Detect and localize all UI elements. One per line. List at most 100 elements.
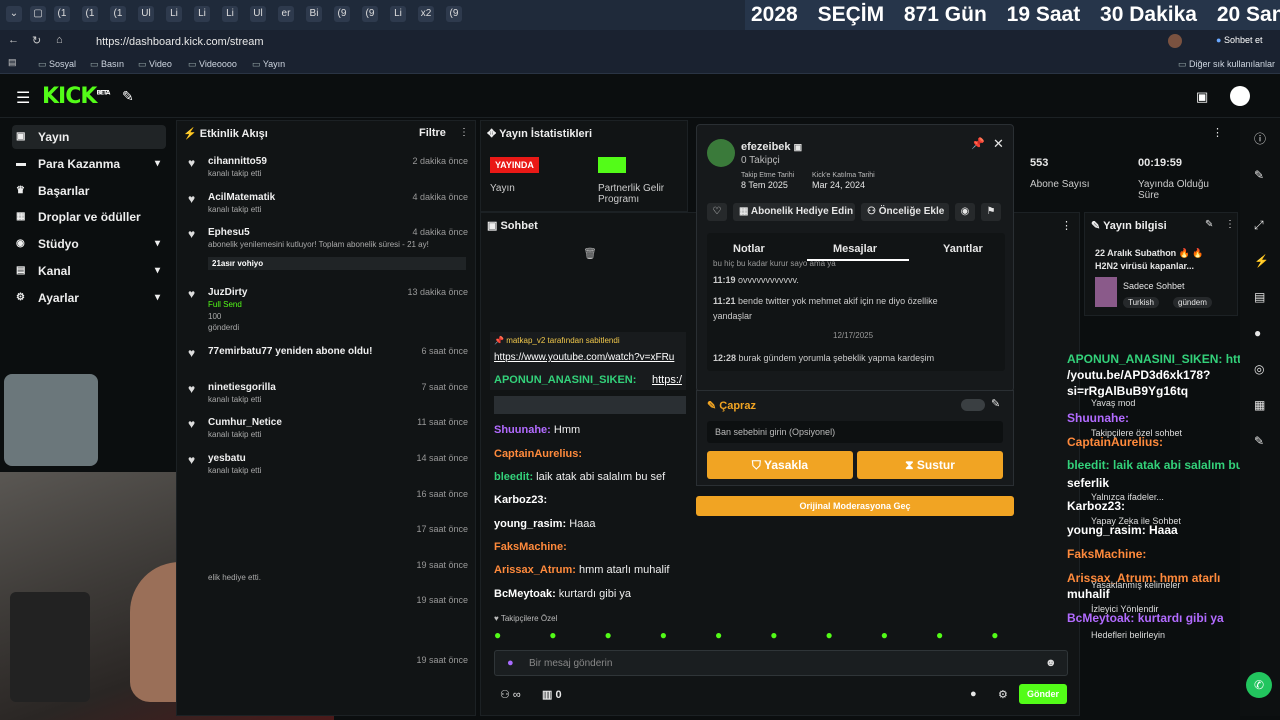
tag-gundem[interactable]: gündem — [1173, 297, 1212, 308]
browser-tab[interactable]: Li — [222, 6, 238, 22]
emoji-icon[interactable]: ☻ — [1045, 657, 1057, 669]
back-icon[interactable]: ← — [8, 34, 19, 46]
chat-bubble-icon[interactable]: ● — [970, 688, 977, 700]
chat-icon[interactable]: ● — [1254, 326, 1261, 340]
chat-username[interactable]: Shuunahe: — [494, 424, 551, 436]
tab-mesajlar[interactable]: Mesajlar — [833, 243, 877, 255]
pin-icon[interactable]: 📌 — [971, 137, 985, 150]
info-icon[interactable]: ⓘ — [1254, 130, 1266, 147]
browser-tab[interactable]: Li — [194, 6, 210, 22]
tab-menu-icon[interactable]: ⌄ — [6, 6, 22, 22]
tab-1[interactable]: ▢ — [30, 6, 46, 22]
user-avatar[interactable] — [1230, 86, 1250, 106]
browser-tab[interactable]: (1 — [54, 6, 70, 22]
chat-button[interactable]: ● Sohbet et — [1216, 35, 1262, 45]
info-more-icon[interactable]: ⋮ — [1225, 219, 1235, 230]
infinity-icon[interactable]: ⚇ ∞ — [500, 688, 521, 701]
chat-username[interactable]: FaksMachine: — [494, 541, 567, 553]
wrench-icon[interactable]: ✎ — [1254, 434, 1264, 448]
browser-tab[interactable]: Ul — [250, 6, 266, 22]
chat-username[interactable]: Arissax_Atrum: — [494, 564, 576, 576]
broadcast-icon[interactable]: ◎ — [1254, 362, 1264, 376]
more-icon[interactable]: ⋮ — [459, 127, 469, 138]
pinned-user-text[interactable]: https:/ — [652, 374, 682, 386]
edit-icon[interactable]: ✎ — [991, 397, 1000, 410]
browser-tab[interactable]: (1 — [110, 6, 126, 22]
chat-username[interactable]: young_rasim: — [494, 518, 566, 530]
sidebar-item-studyo[interactable]: ◉ Stüdyo ▾ — [12, 232, 166, 256]
layout-icon[interactable]: ▣ — [1196, 89, 1208, 105]
trash-icon[interactable]: 🗑 — [583, 247, 597, 260]
lightning-icon[interactable]: ⚡ — [1254, 254, 1269, 268]
mod-setting-item[interactable]: Takipçilere özel sohbet — [1091, 428, 1182, 438]
sidebar-item-yayin[interactable]: ▣ Yayın — [12, 125, 166, 149]
bookmark-basin[interactable]: Basın — [90, 57, 124, 71]
emote-row[interactable]: ●●●●●●●●●● — [494, 628, 1066, 644]
mod-setting-item[interactable]: İzleyici Yönlendir — [1091, 604, 1158, 614]
support-icon[interactable]: ✆ — [1246, 672, 1272, 698]
sidebar-item-para-kazanma[interactable]: ▬ Para Kazanma ▾ — [12, 152, 166, 176]
browser-tab[interactable]: Ul — [138, 6, 154, 22]
bookmark-video[interactable]: Video — [138, 57, 172, 71]
activity-name[interactable]: 77emirbatu77 yeniden abone oldu! — [208, 346, 372, 357]
mod-setting-item[interactable]: Hedefleri belirleyin — [1091, 630, 1165, 640]
mod-setting-item[interactable]: Yapay Zeka ile Sohbet — [1091, 516, 1181, 526]
browser-tab[interactable]: (9 — [446, 6, 462, 22]
bookmark-videoooo[interactable]: Videoooo — [188, 57, 237, 71]
browser-tab[interactable]: Bi — [306, 6, 322, 22]
chat-username[interactable]: Karboz23: — [494, 494, 547, 506]
tag-turkish[interactable]: Turkish — [1123, 297, 1159, 308]
activity-name[interactable]: JuzDirty — [208, 287, 247, 298]
chat-username[interactable]: CaptainAurelius: — [494, 448, 582, 460]
chat-username[interactable]: BcMeytoak: — [494, 588, 556, 600]
activity-name[interactable]: AcilMatematik — [208, 192, 275, 203]
bookmark-icon[interactable]: ⚑ — [981, 203, 1001, 221]
mod-setting-item[interactable]: Yavaş mod — [1091, 398, 1135, 408]
heart-button[interactable]: ♡ — [707, 203, 727, 221]
browser-tab[interactable]: (1 — [82, 6, 98, 22]
reading-list-icon[interactable]: ▤ — [8, 57, 17, 68]
mod-setting-item[interactable]: Yalnızca ifadeler... — [1091, 492, 1164, 502]
browser-tab[interactable]: er — [278, 6, 294, 22]
layers-icon[interactable]: ▦ — [1254, 398, 1265, 412]
activity-name[interactable]: cihannitto59 — [208, 156, 267, 167]
activity-name[interactable]: yesbatu — [208, 453, 246, 464]
category-name[interactable]: Sadece Sohbet — [1123, 281, 1185, 291]
kick-logo[interactable]: KICKBETA — [42, 84, 110, 109]
sidebar-item-ayarlar[interactable]: ⚙ Ayarlar ▾ — [12, 286, 166, 310]
bookmark-yayin[interactable]: Yayın — [252, 57, 285, 71]
reload-icon[interactable]: ↻ — [32, 34, 41, 47]
pin-tool-icon[interactable]: ✎ — [122, 88, 134, 105]
info-edit-icon[interactable]: ✎ — [1205, 219, 1213, 230]
tab-notlar[interactable]: Notlar — [733, 243, 765, 255]
timeout-button[interactable]: ⧗ Sustur — [857, 451, 1003, 479]
sidebar-item-droplar[interactable]: ▦ Droplar ve ödüller — [12, 205, 166, 229]
copy-icon[interactable]: ▣ — [794, 142, 803, 152]
activity-name[interactable]: ninetiesgorilla — [208, 382, 276, 393]
tab-yanitlar[interactable]: Yanıtlar — [943, 243, 983, 255]
url-field[interactable]: https://dashboard.kick.com/stream — [80, 33, 870, 51]
original-moderation-button[interactable]: Orijinal Moderasyona Geç — [696, 496, 1014, 516]
pen-icon[interactable]: ✎ — [1254, 168, 1264, 182]
close-icon[interactable]: ✕ — [993, 136, 1004, 152]
stats-more-icon[interactable]: ⋮ — [1212, 126, 1223, 139]
ban-toggle[interactable] — [961, 399, 985, 411]
bookmark-other[interactable]: Diğer sık kullanılanlar — [1178, 57, 1275, 71]
mod-setting-item[interactable]: Yasaklanmış kelimeler — [1091, 580, 1180, 590]
sidebar-item-basarilar[interactable]: ♛ Başarılar — [12, 179, 166, 203]
ban-button[interactable]: ⛉ Yasakla — [707, 451, 853, 479]
chat-settings-icon[interactable]: ⚙ — [998, 688, 1008, 701]
sidebar-item-kanal[interactable]: ▤ Kanal ▾ — [12, 259, 166, 283]
filter-button[interactable]: Filtre — [419, 127, 446, 139]
mic-icon[interactable]: ● — [507, 657, 514, 669]
activity-name[interactable]: Ephesu5 — [208, 227, 250, 238]
eye-icon[interactable]: ◉ — [955, 203, 975, 221]
pinned-link[interactable]: https://www.youtube.com/watch?v=xFRu — [494, 352, 684, 363]
home-icon[interactable]: ⌂ — [56, 34, 63, 46]
browser-tab[interactable]: x2 — [418, 6, 434, 22]
activity-name[interactable]: Cumhur_Netice — [208, 417, 282, 428]
chat-more-icon[interactable]: ⋮ — [1061, 219, 1072, 232]
gift-sub-button[interactable]: ▦ Abonelik Hediye Edin — [733, 203, 855, 221]
profile-avatar[interactable] — [1168, 34, 1182, 48]
priority-button[interactable]: ⚇ Önceliğe Ekle — [861, 203, 949, 221]
